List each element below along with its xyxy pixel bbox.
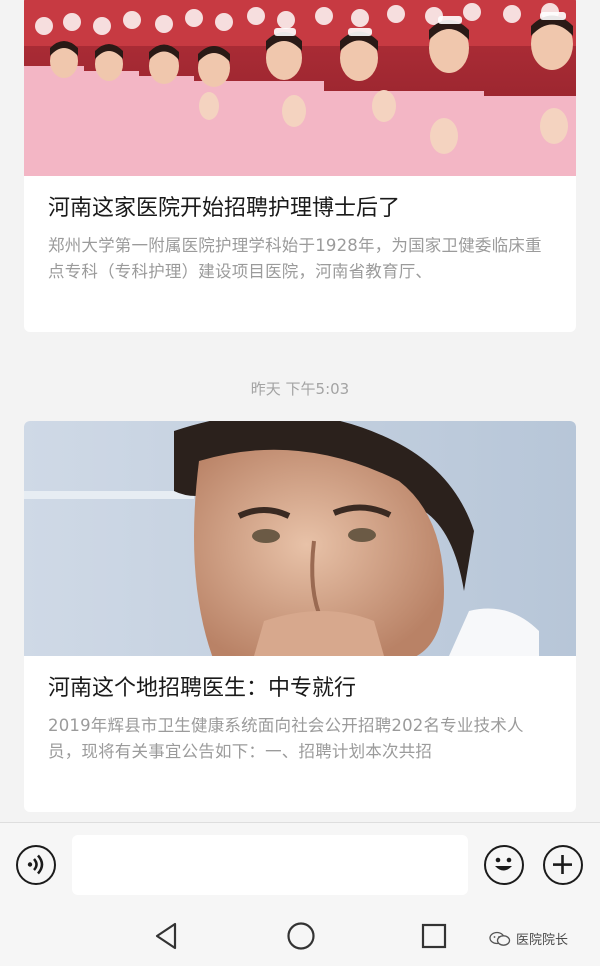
article-cover-image [24,0,576,176]
wechat-icon [489,931,511,946]
voice-icon[interactable] [16,845,56,885]
watermark-text: 医院院长 [516,933,569,948]
recent-square-icon[interactable] [418,920,450,952]
emoji-icon[interactable] [484,845,524,885]
home-circle-icon[interactable] [285,920,317,952]
article-card[interactable]: 河南这个地招聘医生：中专就行 2019年辉县市卫生健康系统面向社会公开招聘202… [24,421,576,812]
article-summary: 2019年辉县市卫生健康系统面向社会公开招聘202名专业技术人员，现将有关事宜公… [48,716,524,761]
article-cover-image [24,421,576,656]
message-timestamp: 昨天 下午5:03 [250,380,350,398]
message-text-input[interactable] [72,835,468,895]
message-input-bar [0,822,600,906]
article-title: 河南这家医院开始招聘护理博士后了 [48,196,401,221]
article-title: 河南这个地招聘医生：中专就行 [48,676,357,701]
plus-icon[interactable] [543,845,583,885]
back-triangle-icon[interactable] [151,920,183,952]
chat-feed[interactable]: 河南这家医院开始招聘护理博士后了 郑州大学第一附属医院护理学科始于1928年，为… [0,0,600,822]
article-summary: 郑州大学第一附属医院护理学科始于1928年，为国家卫健委临床重点专科（专科护理）… [48,236,542,281]
watermark: 医院院长 [489,929,568,948]
article-card[interactable]: 河南这家医院开始招聘护理博士后了 郑州大学第一附属医院护理学科始于1928年，为… [24,0,576,332]
